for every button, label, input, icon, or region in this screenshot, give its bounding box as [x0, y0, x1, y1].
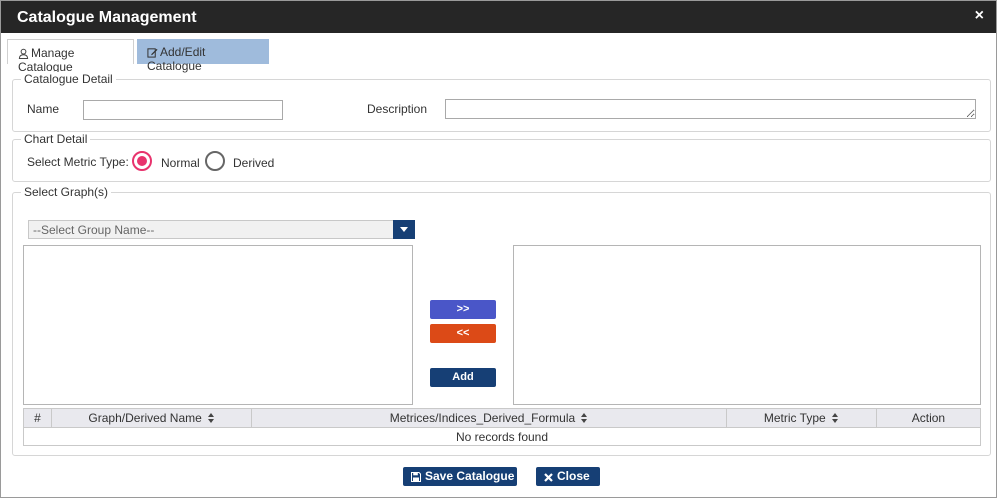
selected-graphs-list[interactable] [513, 245, 981, 405]
description-label: Description [367, 102, 428, 116]
name-label: Name [27, 102, 60, 116]
sort-icon[interactable] [581, 413, 588, 423]
edit-icon [147, 48, 158, 58]
user-icon [18, 48, 29, 60]
name-input[interactable] [83, 100, 283, 120]
metric-type-label: Select Metric Type: [27, 155, 129, 169]
chevron-down-icon[interactable] [393, 220, 415, 239]
close-icon[interactable]: × [975, 7, 984, 25]
dialog-title: Catalogue Management [17, 9, 197, 26]
sort-icon[interactable] [831, 413, 839, 423]
sort-icon[interactable] [207, 413, 215, 423]
tab-add-edit-catalogue[interactable]: Add/Edit Catalogue [137, 39, 269, 73]
save-catalogue-label: Save Catalogue [425, 469, 515, 483]
catalogue-detail-legend: Catalogue Detail [21, 72, 116, 86]
close-icon [544, 473, 553, 482]
title-bar: Catalogue Management × [1, 1, 996, 33]
chart-detail-section: Chart Detail [12, 132, 991, 182]
chart-detail-legend: Chart Detail [21, 132, 91, 146]
description-input[interactable] [445, 99, 976, 119]
column-header-formula[interactable]: Metrices/Indices_Derived_Formula [251, 408, 727, 428]
column-header-action: Action [875, 408, 982, 428]
catalogue-management-dialog: Catalogue Management × Manage Catalogue … [0, 0, 997, 498]
group-name-select-value: --Select Group Name-- [33, 223, 155, 237]
graphs-table: # Graph/Derived Name Metrices/Indices_De… [22, 408, 982, 446]
move-right-button[interactable]: >> [430, 300, 496, 319]
column-header-graph-name[interactable]: Graph/Derived Name [51, 408, 253, 428]
add-button[interactable]: Add [430, 368, 496, 387]
table-header-row: # Graph/Derived Name Metrices/Indices_De… [22, 408, 982, 428]
normal-radio[interactable] [132, 151, 152, 171]
derived-radio-label: Derived [233, 156, 275, 170]
column-header-index: # [22, 408, 53, 428]
available-graphs-list[interactable] [23, 245, 413, 405]
select-graphs-legend: Select Graph(s) [21, 185, 112, 199]
derived-radio[interactable] [205, 151, 225, 171]
close-button[interactable]: Close [536, 467, 600, 486]
empty-table-message: No records found [23, 427, 981, 446]
save-icon [411, 472, 421, 482]
column-header-metric-type[interactable]: Metric Type [725, 408, 877, 428]
normal-radio-label: Normal [161, 156, 200, 170]
move-left-button[interactable]: << [430, 324, 496, 343]
table-row: No records found [23, 427, 981, 446]
save-catalogue-button[interactable]: Save Catalogue [403, 467, 517, 486]
close-label: Close [557, 469, 590, 483]
tab-manage-catalogue[interactable]: Manage Catalogue [7, 39, 134, 74]
group-name-select[interactable]: --Select Group Name-- [28, 220, 415, 239]
